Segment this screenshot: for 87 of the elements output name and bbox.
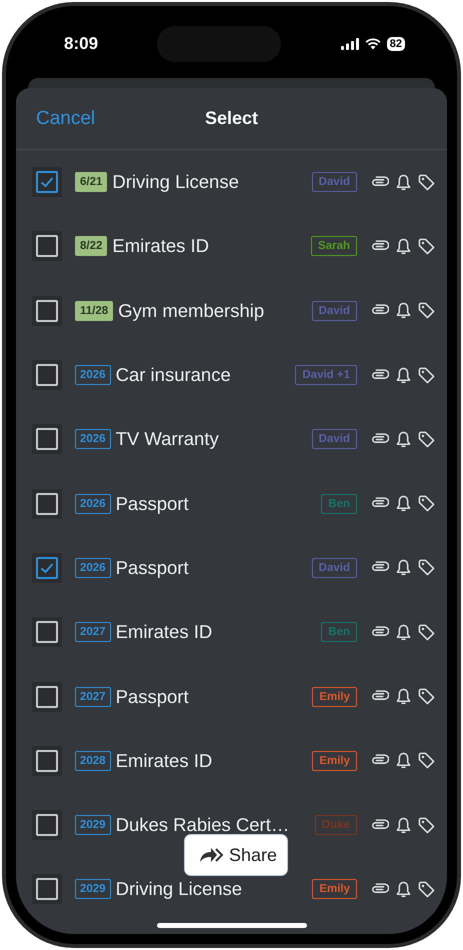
checkbox[interactable]: [36, 171, 58, 194]
paperclip-icon[interactable]: [371, 176, 389, 189]
checkbox[interactable]: [36, 235, 58, 258]
checkbox[interactable]: [36, 686, 58, 708]
bell-icon[interactable]: [396, 430, 411, 448]
person-tag: Ben: [321, 494, 357, 514]
date-badge: 2028: [75, 750, 111, 771]
date-badge: 2026: [75, 429, 111, 450]
person-tag: David: [312, 172, 357, 192]
checkbox[interactable]: [36, 556, 58, 579]
status-time: 8:09: [64, 34, 98, 54]
date-badge: 2026: [75, 558, 111, 578]
person-tag: Emily: [312, 879, 357, 900]
date-badge: 6/21: [75, 172, 108, 192]
tag-icon[interactable]: [418, 624, 435, 641]
date-badge: 8/22: [75, 236, 108, 256]
document-title: Car insurance: [116, 364, 232, 386]
date-badge: 2029: [75, 879, 111, 900]
person-tag: David +1: [295, 365, 357, 386]
signal-icon: [340, 38, 359, 50]
paperclip-icon[interactable]: [371, 882, 389, 896]
person-tag: Sarah: [311, 236, 357, 256]
paperclip-icon[interactable]: [371, 240, 389, 253]
checkbox[interactable]: [36, 814, 58, 836]
date-badge: 2027: [75, 622, 111, 642]
person-tag: David: [312, 300, 357, 321]
person-tag: Emily: [312, 686, 357, 707]
checkbox[interactable]: [36, 878, 58, 900]
wifi-icon: [364, 38, 381, 50]
person-tag: David: [312, 429, 357, 450]
document-title: Passport: [116, 556, 190, 579]
date-badge: 2027: [75, 686, 111, 707]
person-tag: David: [312, 558, 357, 578]
bell-icon[interactable]: [396, 880, 411, 898]
cancel-button[interactable]: Cancel: [36, 108, 96, 130]
checkbox[interactable]: [36, 428, 58, 450]
tag-icon[interactable]: [418, 174, 435, 191]
document-title: Emirates ID: [116, 750, 214, 772]
tag-icon[interactable]: [418, 688, 435, 706]
document-title: Driving License: [112, 171, 240, 194]
document-title: Gym membership: [118, 300, 266, 322]
tag-icon[interactable]: [418, 559, 435, 576]
paperclip-icon[interactable]: [371, 818, 389, 832]
person-tag: Emily: [312, 750, 357, 771]
checkbox[interactable]: [36, 300, 58, 322]
share-arrow-icon: [199, 847, 223, 863]
checkbox[interactable]: [36, 492, 58, 515]
person-tag: Ben: [321, 622, 357, 642]
tag-icon[interactable]: [418, 816, 435, 834]
document-title: Dukes Rabies Cert…: [116, 814, 290, 836]
paperclip-icon[interactable]: [371, 432, 389, 446]
bell-icon[interactable]: [396, 559, 411, 576]
checkbox[interactable]: [36, 750, 58, 772]
tag-icon[interactable]: [418, 880, 435, 898]
date-badge: 2029: [75, 815, 111, 836]
tag-icon[interactable]: [418, 495, 435, 512]
bell-icon[interactable]: [396, 302, 411, 320]
bell-icon[interactable]: [396, 752, 411, 770]
paperclip-icon[interactable]: [371, 368, 389, 382]
bell-icon[interactable]: [396, 495, 411, 512]
tag-icon[interactable]: [418, 238, 435, 255]
person-tag: Duke: [314, 815, 357, 836]
battery-indicator: 82: [386, 37, 405, 51]
bell-icon[interactable]: [396, 174, 411, 191]
tag-icon[interactable]: [418, 366, 435, 384]
share-button[interactable]: Share: [184, 834, 288, 876]
date-badge: 2026: [75, 365, 111, 386]
checkbox[interactable]: [36, 364, 58, 386]
bell-icon[interactable]: [396, 624, 411, 641]
tag-icon[interactable]: [418, 430, 435, 448]
document-title: Passport: [116, 686, 190, 708]
bell-icon[interactable]: [396, 238, 411, 255]
document-title: Emirates ID: [112, 235, 210, 258]
tag-icon[interactable]: [418, 302, 435, 320]
document-title: Driving License: [116, 878, 244, 900]
bell-icon[interactable]: [396, 366, 411, 384]
checkbox[interactable]: [36, 621, 58, 644]
date-badge: 2026: [75, 494, 111, 514]
paperclip-icon[interactable]: [371, 626, 389, 639]
date-badge: 11/28: [75, 300, 114, 321]
document-title: Passport: [116, 492, 190, 515]
bell-icon[interactable]: [396, 688, 411, 706]
sheet-title: Select: [204, 108, 258, 129]
bell-icon[interactable]: [396, 816, 411, 834]
document-title: TV Warranty: [116, 428, 220, 450]
tag-icon[interactable]: [418, 752, 435, 770]
document-title: Emirates ID: [116, 621, 214, 644]
